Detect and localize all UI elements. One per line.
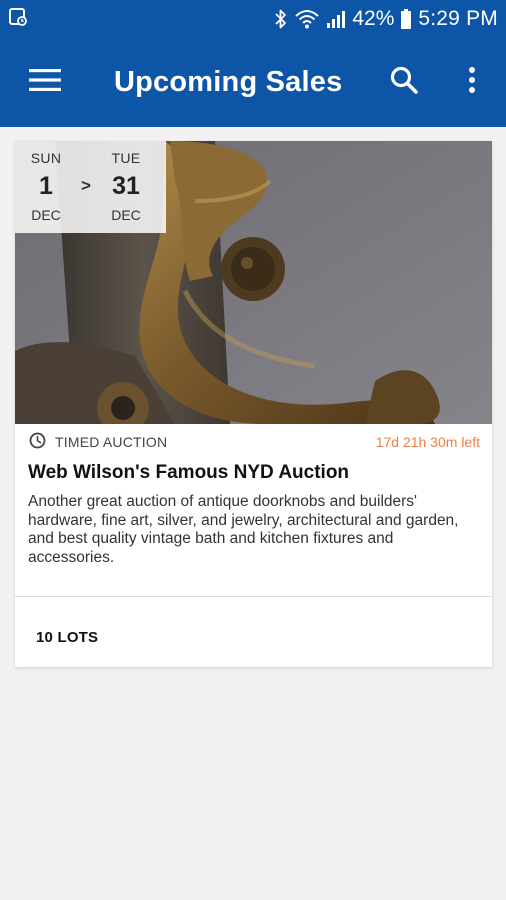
divider — [15, 596, 492, 597]
wifi-icon — [294, 8, 320, 30]
status-time: 5:29 PM — [418, 7, 498, 30]
sale-date-range: SUN 1 DEC > TUE 31 DEC — [15, 141, 166, 233]
end-date: TUE 31 DEC — [95, 141, 157, 233]
screenshot-icon — [8, 7, 28, 32]
sale-type: TIMED AUCTION — [29, 432, 167, 452]
search-icon — [389, 65, 419, 100]
sale-type-label: TIMED AUCTION — [55, 434, 168, 450]
battery-percent: 42% — [352, 7, 395, 30]
battery-icon — [400, 8, 412, 30]
signal-icon — [326, 8, 346, 30]
sale-card[interactable]: SUN 1 DEC > TUE 31 DEC TIMED AUCTION 17d… — [15, 141, 492, 667]
date-separator: > — [81, 176, 91, 195]
more-vert-icon — [468, 66, 476, 99]
status-bar: 42% 5:29 PM — [0, 0, 506, 38]
start-weekday: SUN — [30, 150, 62, 166]
start-day: 1 — [39, 172, 53, 200]
sale-image: SUN 1 DEC > TUE 31 DEC — [15, 141, 492, 424]
sale-meta-row: TIMED AUCTION 17d 21h 30m left — [15, 424, 492, 460]
sale-title: Web Wilson's Famous NYD Auction — [28, 462, 350, 483]
lots-count[interactable]: 10 LOTS — [36, 629, 98, 646]
bluetooth-icon — [274, 8, 288, 30]
time-left: 17d 21h 30m left — [375, 434, 480, 450]
start-date: SUN 1 DEC — [15, 141, 77, 233]
menu-button[interactable] — [14, 52, 76, 114]
end-day: 31 — [112, 172, 140, 200]
end-weekday: TUE — [111, 150, 141, 166]
app-bar: Upcoming Sales — [0, 38, 506, 127]
more-options-button[interactable] — [448, 52, 496, 114]
end-month: DEC — [111, 207, 141, 223]
clock-icon — [29, 432, 46, 452]
menu-icon — [29, 68, 61, 97]
start-month: DEC — [31, 207, 61, 223]
page-title: Upcoming Sales — [114, 66, 343, 98]
sale-description: Another great auction of antique doorkno… — [28, 493, 459, 566]
search-button[interactable] — [380, 52, 428, 114]
